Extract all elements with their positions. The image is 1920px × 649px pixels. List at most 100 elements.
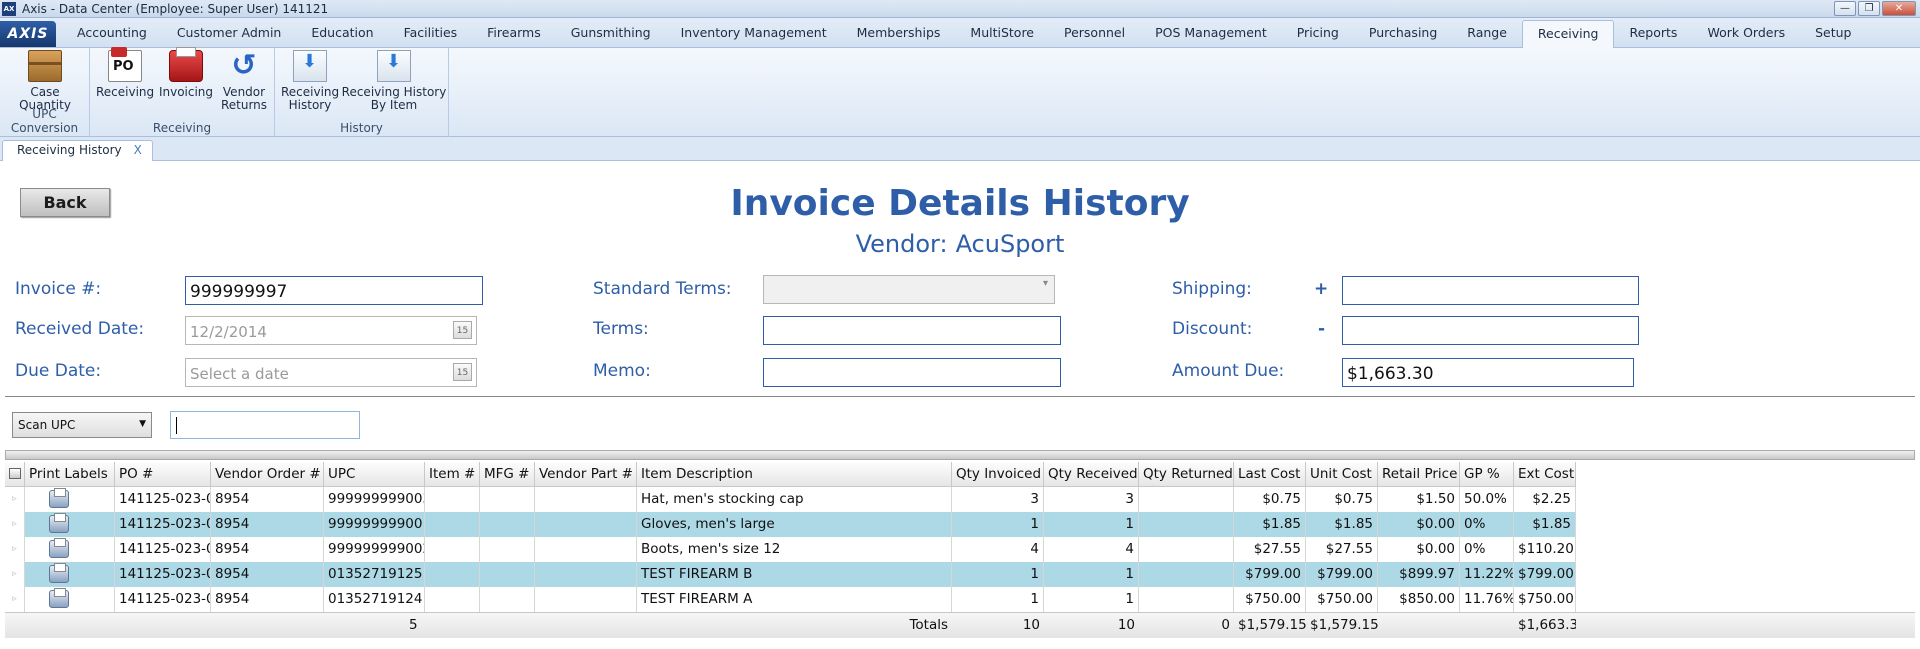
grid-splitter[interactable] [5, 450, 1915, 460]
tab-close-button[interactable]: X [134, 141, 142, 161]
menu-tab-setup[interactable]: Setup [1800, 21, 1866, 47]
totals-unit-cost: $1,579.15 [1310, 617, 1378, 633]
standard-terms-select[interactable]: ▾ [763, 275, 1055, 304]
menu-tab-work-orders[interactable]: Work Orders [1692, 21, 1800, 47]
row-selector[interactable]: ▹ [5, 537, 25, 562]
menu-tab-personnel[interactable]: Personnel [1049, 21, 1140, 47]
tab-receiving-history[interactable]: Receiving History X [2, 140, 153, 161]
menu-tab-pos-management[interactable]: POS Management [1140, 21, 1282, 47]
menu-tab-education[interactable]: Education [296, 21, 388, 47]
printer-icon[interactable] [49, 538, 69, 558]
menu-tab-memberships[interactable]: Memberships [842, 21, 956, 47]
calendar-icon[interactable]: 15 [453, 363, 472, 381]
invoice-number-field[interactable]: 999999997 [185, 276, 483, 305]
menu-tab-range[interactable]: Range [1452, 21, 1522, 47]
cell-last-cost: $27.55 [1234, 537, 1306, 562]
column-header[interactable]: Item Description [637, 462, 952, 487]
cell-qty-rec: 1 [1044, 512, 1139, 537]
cell-vendor-part [535, 487, 637, 512]
menu-tab-firearms[interactable]: Firearms [472, 21, 556, 47]
row-selector[interactable]: ▹ [5, 562, 25, 587]
discount-field[interactable] [1342, 316, 1639, 345]
totals-label: Totals [909, 617, 948, 633]
due-date-field[interactable]: Select a date 15 [185, 358, 477, 387]
menu-tab-gunsmithing[interactable]: Gunsmithing [556, 21, 666, 47]
column-header[interactable]: MFG # [480, 462, 535, 487]
column-header[interactable]: Last Cost [1234, 462, 1306, 487]
row-selector[interactable]: ▹ [5, 587, 25, 612]
receiving-button[interactable]: Receiving [96, 47, 154, 99]
menu-tab-purchasing[interactable]: Purchasing [1354, 21, 1452, 47]
column-header[interactable]: Qty Received [1044, 462, 1139, 487]
discount-minus-sign: - [1318, 319, 1326, 339]
memo-field[interactable] [763, 358, 1061, 387]
receiving-history-by-item-button[interactable]: Receiving History By Item [341, 50, 447, 112]
cell-retail: $0.00 [1378, 537, 1460, 562]
totals-qty-invoiced: 10 [1022, 617, 1040, 633]
column-header[interactable]: Item # [425, 462, 480, 487]
shipping-field[interactable] [1342, 276, 1639, 305]
menu-tab-facilities[interactable]: Facilities [389, 21, 473, 47]
amount-due-field[interactable]: $1,663.30 [1342, 358, 1634, 387]
received-date-field[interactable]: 12/2/2014 15 [185, 316, 477, 345]
history-download-icon [377, 50, 411, 82]
print-labels-cell[interactable] [25, 562, 115, 587]
printer-icon[interactable] [49, 513, 69, 533]
column-header[interactable]: Retail Price [1378, 462, 1460, 487]
table-row[interactable]: ▹ 141125-023-0 8954 01352719125 TEST FIREARM… [5, 562, 1915, 587]
cell-po: 141125-023-0 [115, 537, 211, 562]
invoice-icon [169, 47, 203, 82]
printer-icon[interactable] [49, 588, 69, 608]
column-header[interactable]: Qty Returned [1139, 462, 1234, 487]
amount-due-label: Amount Due: [1172, 361, 1285, 381]
table-row[interactable]: ▹ 141125-023-0 8954 999999999003 Hat, men's … [5, 487, 1915, 512]
row-selector[interactable]: ▹ [5, 487, 25, 512]
print-labels-cell[interactable] [25, 587, 115, 612]
column-header[interactable]: Qty Invoiced [952, 462, 1044, 487]
ribbon-group-upc-conversion: Case Quantity UPC Conversion [0, 48, 90, 137]
printer-icon[interactable] [49, 563, 69, 583]
print-labels-cell[interactable] [25, 512, 115, 537]
column-header[interactable]: Vendor Order # [211, 462, 324, 487]
case-quantity-button[interactable]: Case Quantity [6, 50, 84, 112]
scan-mode-select[interactable]: Scan UPC ▼ [12, 412, 152, 438]
table-row[interactable]: ▹ 141125-023-0 8954 999999999001 Gloves, men… [5, 512, 1915, 537]
invoice-number-value: 999999997 [190, 282, 288, 302]
invoicing-button[interactable]: Invoicing [158, 47, 214, 99]
cell-gp: 11.22% [1460, 562, 1514, 587]
menu-tab-receiving[interactable]: Receiving [1521, 20, 1615, 48]
table-row[interactable]: ▹ 141125-023-0 8954 999999999002 Boots, men'… [5, 537, 1915, 562]
menu-tab-reports[interactable]: Reports [1614, 21, 1692, 47]
vendor-returns-button[interactable]: ↺ Vendor Returns [218, 50, 270, 112]
column-header[interactable]: GP % [1460, 462, 1514, 487]
minimize-button[interactable]: — [1834, 1, 1856, 16]
print-labels-cell[interactable] [25, 537, 115, 562]
menu-tab-multistore[interactable]: MultiStore [955, 21, 1049, 47]
received-date-label: Received Date: [15, 319, 145, 339]
ribbon-group-history: Receiving History Receiving History By I… [275, 48, 449, 137]
scan-input[interactable] [170, 411, 360, 439]
receiving-history-button[interactable]: Receiving History [281, 50, 339, 112]
column-header[interactable]: PO # [115, 462, 211, 487]
row-selector[interactable]: ▹ [5, 512, 25, 537]
printer-icon[interactable] [49, 488, 69, 508]
column-header[interactable]: Vendor Part # [535, 462, 637, 487]
menu-tab-customer-admin[interactable]: Customer Admin [162, 21, 297, 47]
calendar-icon[interactable]: 15 [453, 321, 472, 339]
column-header[interactable]: Print Labels [25, 462, 115, 487]
grid-options-icon[interactable] [5, 462, 25, 487]
column-header[interactable]: UPC [324, 462, 425, 487]
column-header[interactable]: Unit Cost [1306, 462, 1378, 487]
close-button[interactable]: ✕ [1882, 1, 1916, 16]
cell-qty-inv: 4 [952, 537, 1044, 562]
cell-po: 141125-023-0 [115, 487, 211, 512]
menu-tab-pricing[interactable]: Pricing [1282, 21, 1354, 47]
menu-tab-accounting[interactable]: Accounting [62, 21, 162, 47]
restore-button[interactable]: ❐ [1858, 1, 1880, 16]
print-labels-cell[interactable] [25, 487, 115, 512]
terms-field[interactable] [763, 316, 1061, 345]
table-row[interactable]: ▹ 141125-023-0 8954 01352719124 TEST FIREARM… [5, 587, 1915, 612]
cell-po: 141125-023-0 [115, 587, 211, 612]
column-header[interactable]: Ext Cost [1514, 462, 1576, 487]
menu-tab-inventory-management[interactable]: Inventory Management [666, 21, 842, 47]
